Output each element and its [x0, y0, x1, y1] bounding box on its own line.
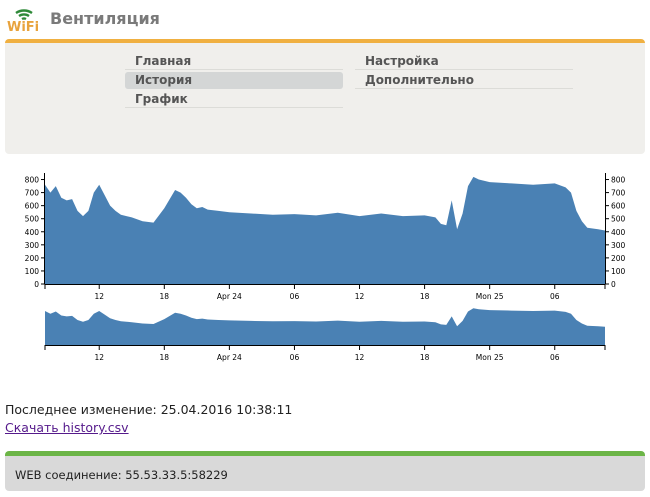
x-tick-label: Mon 25 [476, 353, 504, 362]
x-tick-label: 18 [420, 292, 430, 301]
x-tick-label: 18 [420, 353, 430, 362]
y-tick-label-right: 100 [611, 267, 626, 276]
last-change-text: Последнее изменение: 25.04.2016 10:38:11 [5, 402, 293, 417]
menu-item-main[interactable]: Главная [125, 53, 343, 70]
menu-item-label: История [135, 73, 193, 87]
y-tick-label-left: 600 [25, 202, 40, 211]
y-tick-label-right: 200 [611, 254, 626, 263]
x-tick-label: Apr 24 [217, 292, 242, 301]
x-tick-label: 12 [94, 292, 104, 301]
x-tick-label: Mon 25 [476, 292, 504, 301]
area-series [45, 176, 605, 284]
menu-item-label: Настройка [365, 54, 439, 68]
menu-item-label: Главная [135, 54, 192, 68]
y-tick-label-right: 400 [611, 228, 626, 237]
area-series [45, 308, 605, 345]
connection-status-text: WEB соединение: 55.53.33.5:58229 [15, 468, 228, 482]
menu-item-chart[interactable]: График [125, 91, 343, 108]
download-history-link[interactable]: Скачать history.csv [5, 420, 129, 435]
x-tick-label: Apr 24 [217, 353, 242, 362]
y-tick-label-right: 600 [611, 202, 626, 211]
menu-item-settings[interactable]: Настройка [355, 53, 573, 70]
menu-item-label: График [135, 92, 188, 106]
x-tick-label: 18 [160, 353, 170, 362]
logo-text: WiFi [7, 20, 39, 32]
x-tick-label: 06 [550, 292, 560, 301]
menu-item-history[interactable]: История [125, 72, 343, 89]
x-tick-label: 06 [550, 353, 560, 362]
menu-item-label: Дополнительно [365, 73, 474, 87]
x-tick-label: 12 [94, 353, 104, 362]
history-chart[interactable]: 12 18 Apr 24 06 12 18 Mon 25 060 0100 100200 20030… [0, 165, 650, 305]
x-tick-label: 18 [160, 292, 170, 301]
y-tick-label-left: 400 [25, 228, 40, 237]
page-title: Вентиляция [50, 9, 160, 28]
x-tick-label: 06 [290, 292, 300, 301]
y-tick-label-left: 800 [25, 176, 40, 185]
y-tick-label-left: 500 [25, 215, 40, 224]
y-tick-label-left: 700 [25, 189, 40, 198]
x-tick-label: 06 [290, 353, 300, 362]
y-tick-label-left: 100 [25, 267, 40, 276]
wifi-logo-icon: WiFi [7, 9, 39, 32]
y-tick-label-left: 0 [34, 280, 39, 289]
y-tick-label-right: 700 [611, 189, 626, 198]
y-tick-label-right: 500 [611, 215, 626, 224]
y-tick-label-right: 300 [611, 241, 626, 250]
range-navigator-chart[interactable]: 12 18 Apr 24 06 12 18 Mon 25 06 [0, 305, 650, 365]
y-tick-label-left: 300 [25, 241, 40, 250]
y-tick-label-right: 800 [611, 176, 626, 185]
navigation-menu: Главная История График Настройка Дополни… [5, 39, 645, 154]
header: WiFi Вентиляция [0, 0, 650, 40]
x-tick-label: 12 [355, 292, 365, 301]
y-tick-label-left: 200 [25, 254, 40, 263]
y-tick-label-right: 0 [611, 280, 616, 289]
menu-item-advanced[interactable]: Дополнительно [355, 72, 573, 89]
status-bar: WEB соединение: 55.53.33.5:58229 [5, 451, 645, 491]
x-tick-label: 12 [355, 353, 365, 362]
